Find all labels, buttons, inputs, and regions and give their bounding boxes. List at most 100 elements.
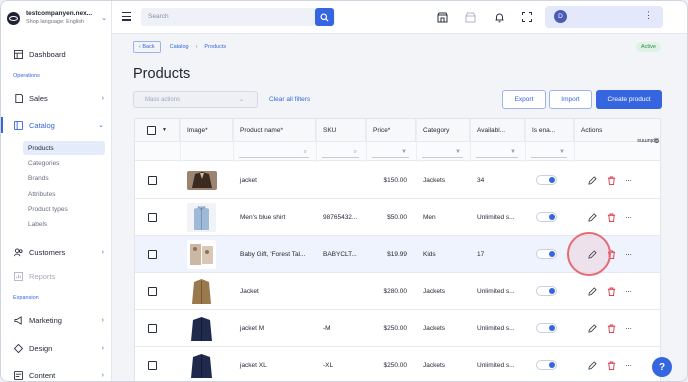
edit-icon[interactable] bbox=[587, 360, 597, 370]
product-name-cell[interactable]: jacket M bbox=[233, 310, 316, 346]
delete-icon[interactable] bbox=[606, 323, 616, 333]
product-name-cell[interactable]: Baby Gift, 'Forest Tal... bbox=[233, 236, 316, 272]
menu-icon[interactable] bbox=[122, 12, 131, 21]
column-header-product-name[interactable]: Product name* bbox=[233, 119, 316, 141]
storefront-icon[interactable] bbox=[436, 11, 448, 23]
category-filter[interactable]: ▼ bbox=[422, 146, 463, 158]
product-name-cell[interactable]: Men's blue shirt bbox=[233, 199, 316, 235]
search-input[interactable]: Search bbox=[141, 8, 335, 26]
product-name-cell[interactable]: Jacket bbox=[233, 273, 316, 309]
more-icon[interactable]: ··· bbox=[625, 287, 632, 296]
table-row[interactable]: Men's blue shirt 98765432... $50.00 Men … bbox=[135, 199, 660, 236]
product-name-cell[interactable]: jacket XL bbox=[233, 347, 316, 381]
sidebar-item-content[interactable]: Content › bbox=[1, 367, 111, 381]
delete-icon[interactable] bbox=[606, 175, 616, 185]
sidebar-item-dashboard[interactable]: Dashboard bbox=[1, 46, 111, 62]
section-label-expansion: Expansion bbox=[13, 295, 39, 301]
sku-filter[interactable]: ⌕ bbox=[322, 146, 359, 158]
reports-icon bbox=[13, 271, 23, 281]
more-icon[interactable]: ··· bbox=[625, 250, 632, 259]
page-title: Products bbox=[133, 66, 191, 82]
enabled-toggle[interactable] bbox=[536, 360, 557, 370]
breadcrumb-catalog[interactable]: Catalog bbox=[170, 44, 189, 50]
edit-icon[interactable] bbox=[587, 212, 597, 222]
product-name-filter[interactable]: ⌕ bbox=[239, 146, 309, 158]
select-all-checkbox[interactable] bbox=[147, 125, 156, 135]
product-thumbnail[interactable] bbox=[187, 350, 216, 380]
product-thumbnail[interactable] bbox=[187, 313, 216, 343]
table-row[interactable]: jacket $150.00 Jackets 34 ··· bbox=[135, 162, 660, 199]
export-button[interactable]: Export bbox=[502, 90, 546, 109]
table-row[interactable]: Jacket $280.00 Jackets Unlimited s... ··… bbox=[135, 273, 660, 310]
edit-icon[interactable] bbox=[587, 286, 597, 296]
create-product-button[interactable]: Create product bbox=[596, 90, 662, 109]
more-icon[interactable]: ··· bbox=[625, 361, 632, 370]
store-switcher[interactable]: testcompanyen.nex... Shop language: Engl… bbox=[7, 6, 107, 30]
sidebar-subitem-product-types[interactable]: Product types bbox=[23, 202, 105, 216]
row-checkbox[interactable] bbox=[148, 323, 157, 333]
caret-down-icon[interactable]: ▼ bbox=[162, 127, 167, 133]
mass-actions-select[interactable]: Mass actions ⌄ bbox=[133, 91, 258, 108]
row-checkbox[interactable] bbox=[148, 360, 157, 370]
sidebar-subitem-categories[interactable]: Categories bbox=[23, 156, 105, 170]
search-button[interactable] bbox=[315, 8, 334, 26]
sidebar-subitem-labels[interactable]: Labels bbox=[23, 217, 105, 231]
availability-filter[interactable]: ▼ bbox=[476, 146, 518, 158]
enabled-toggle[interactable] bbox=[536, 249, 557, 259]
sku-cell: -M bbox=[323, 324, 331, 332]
delete-icon[interactable] bbox=[606, 360, 616, 370]
edit-icon[interactable] bbox=[587, 175, 597, 185]
breadcrumb-products[interactable]: Products bbox=[204, 44, 226, 50]
product-thumbnail[interactable] bbox=[187, 202, 216, 232]
product-thumbnail[interactable] bbox=[187, 276, 216, 306]
more-vertical-icon: ⋮ bbox=[644, 10, 653, 20]
enabled-toggle[interactable] bbox=[536, 323, 557, 333]
table-row[interactable]: jacket M -M $250.00 Jackets Unlimited s.… bbox=[135, 310, 660, 347]
sidebar-item-customers[interactable]: Customers › bbox=[1, 244, 111, 260]
sidebar-item-design[interactable]: Design › bbox=[1, 340, 111, 356]
column-header-price[interactable]: Price* bbox=[366, 119, 416, 141]
sidebar-item-catalog[interactable]: Catalog ⌄ bbox=[1, 117, 111, 133]
product-thumbnail[interactable] bbox=[187, 170, 217, 190]
store-name: testcompanyen.nex... bbox=[26, 10, 93, 17]
column-header-is-enabled[interactable]: Is ena... bbox=[525, 119, 574, 141]
column-header-availability[interactable]: Availabl... bbox=[470, 119, 525, 141]
delete-icon[interactable] bbox=[606, 212, 616, 222]
row-checkbox[interactable] bbox=[148, 212, 157, 222]
sidebar-item-label: Marketing bbox=[29, 315, 62, 325]
sidebar-subitem-products[interactable]: Products bbox=[23, 141, 105, 155]
product-name-cell[interactable]: jacket bbox=[233, 162, 316, 198]
back-button[interactable]: ‹ Back bbox=[133, 41, 161, 53]
help-button[interactable]: ? bbox=[652, 357, 672, 377]
import-button[interactable]: Import bbox=[549, 90, 592, 109]
columns-panel-toggle[interactable]: ▥ Columns bbox=[637, 135, 660, 175]
column-header-sku[interactable]: SKU bbox=[316, 119, 366, 141]
enabled-toggle[interactable] bbox=[536, 212, 557, 222]
more-icon[interactable]: ··· bbox=[625, 176, 632, 185]
row-checkbox[interactable] bbox=[148, 249, 157, 259]
sidebar-subitem-attributes[interactable]: Attributes bbox=[23, 187, 105, 201]
sidebar-item-marketing[interactable]: Marketing › bbox=[1, 312, 111, 328]
enabled-filter[interactable]: ▼ bbox=[531, 146, 567, 158]
more-icon[interactable]: ··· bbox=[625, 213, 632, 222]
user-menu[interactable]: D ⋮ bbox=[545, 6, 663, 28]
chevron-right-icon: › bbox=[101, 316, 104, 324]
row-checkbox[interactable] bbox=[148, 175, 157, 185]
enabled-toggle[interactable] bbox=[536, 286, 557, 296]
row-checkbox[interactable] bbox=[148, 286, 157, 296]
sidebar-subitem-brands[interactable]: Brands bbox=[23, 171, 105, 185]
edit-icon[interactable] bbox=[587, 323, 597, 333]
fullscreen-icon[interactable] bbox=[521, 11, 533, 23]
column-header-image[interactable]: Image* bbox=[180, 119, 233, 141]
delete-icon[interactable] bbox=[606, 286, 616, 296]
sidebar-item-label: Catalog bbox=[29, 120, 55, 130]
sidebar-item-sales[interactable]: Sales › bbox=[1, 90, 111, 106]
product-thumbnail[interactable] bbox=[187, 239, 216, 269]
bell-icon[interactable] bbox=[493, 11, 505, 23]
more-icon[interactable]: ··· bbox=[625, 324, 632, 333]
enabled-toggle[interactable] bbox=[536, 175, 557, 185]
table-row[interactable]: jacket XL -XL $250.00 Jackets Unlimited … bbox=[135, 347, 660, 381]
column-header-category[interactable]: Category bbox=[416, 119, 470, 141]
clear-filters-link[interactable]: Clear all filters bbox=[269, 96, 310, 103]
price-filter[interactable]: ▼ bbox=[372, 146, 409, 158]
